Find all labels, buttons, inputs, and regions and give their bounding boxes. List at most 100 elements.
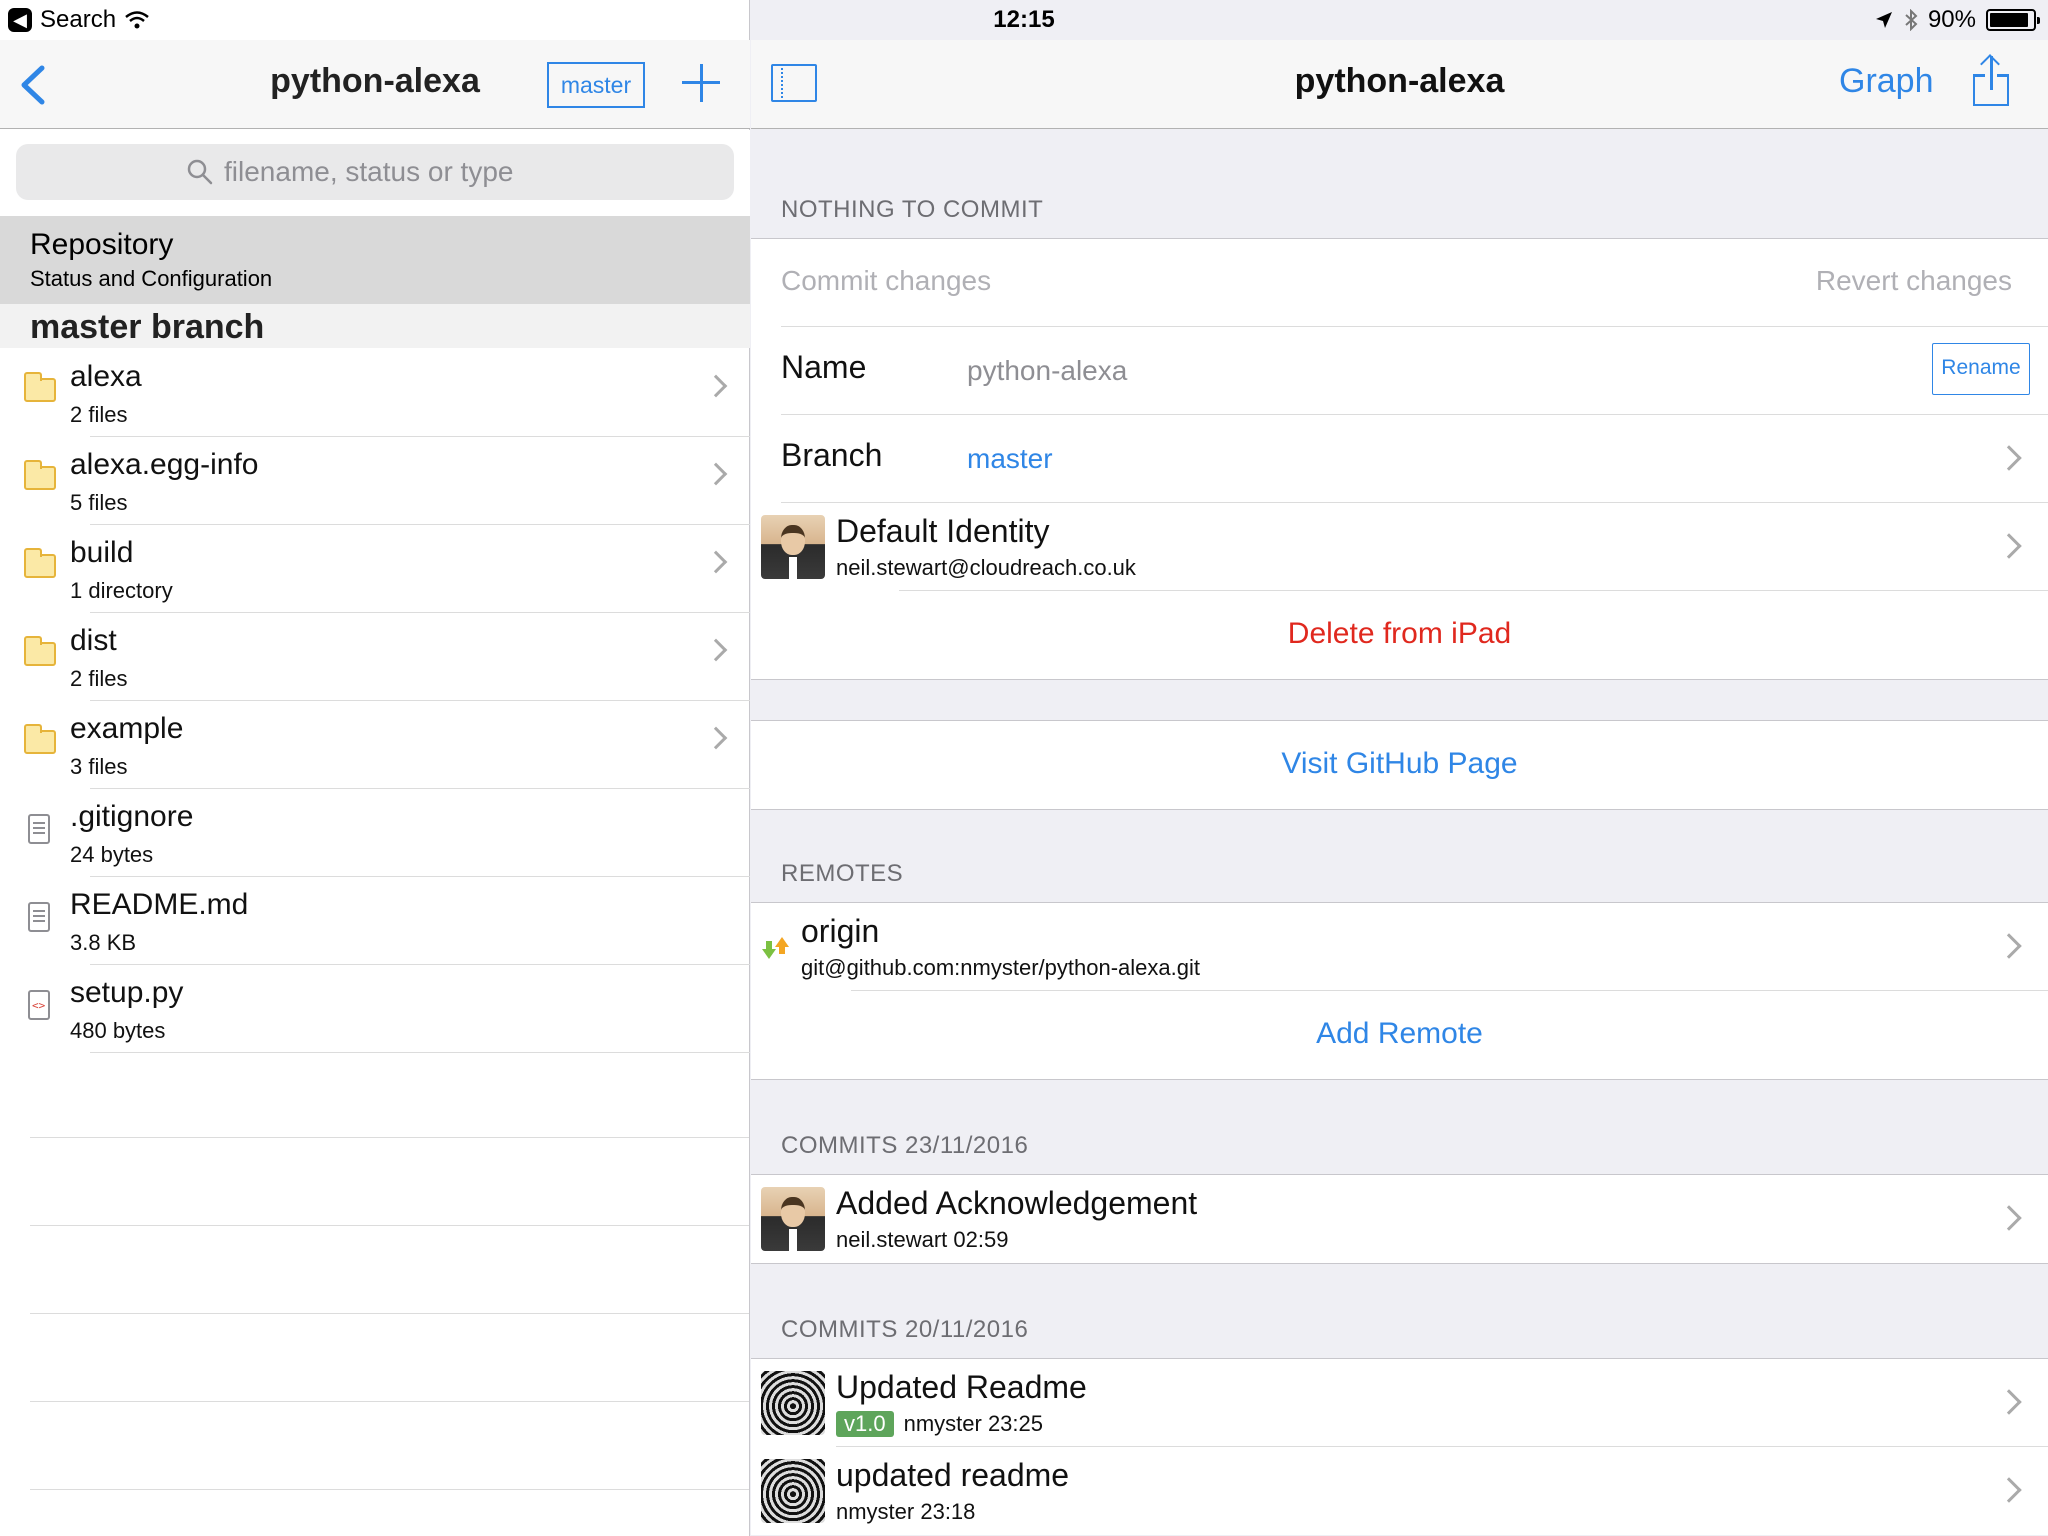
add-remote-button[interactable]: Add Remote <box>751 1017 2048 1051</box>
commit-changes-button[interactable]: Commit changes <box>781 265 991 297</box>
branch-value: master <box>967 443 1053 474</box>
remotes-card: origin git@github.com:nmyster/python-ale… <box>751 902 2048 1080</box>
repository-subtitle: Status and Configuration <box>30 266 273 291</box>
commit-row[interactable]: Added Acknowledgement neil.stewart 02:59 <box>751 1175 2048 1263</box>
identity-row[interactable]: Default Identity neil.stewart@cloudreach… <box>751 503 2048 591</box>
chevron-right-icon <box>1996 533 2022 559</box>
avatar <box>761 1459 825 1523</box>
branch-button[interactable]: master <box>547 62 645 108</box>
commit-meta-line: v1.0 nmyster 23:25 <box>836 1411 1043 1437</box>
folder-icon <box>24 724 56 754</box>
right-nav-bar: python-alexa Graph <box>751 40 2048 129</box>
repo-settings-card: Commit changes Revert changes Name pytho… <box>751 238 2048 680</box>
remote-url: git@github.com:nmyster/python-alexa.git <box>801 955 1200 980</box>
repository-row[interactable]: Repository Status and Configuration <box>0 216 750 304</box>
github-row[interactable]: Visit GitHub Page <box>751 721 2048 809</box>
list-item[interactable]: example 3 files <box>0 700 750 789</box>
search-field[interactable] <box>16 144 734 200</box>
status-indicators: 90% <box>1874 6 2040 34</box>
code-file-icon: <> <box>24 990 50 1022</box>
commit-row[interactable]: updated readme nmyster 23:18 <box>751 1447 2048 1535</box>
chevron-right-icon <box>1996 1477 2022 1503</box>
empty-list-rows <box>30 1050 749 1536</box>
left-nav-bar: python-alexa master <box>0 40 750 129</box>
rename-button[interactable]: Rename <box>1932 343 2030 395</box>
document-icon <box>24 902 50 934</box>
commit-message: Updated Readme <box>836 1369 1087 1405</box>
commit-row[interactable]: Updated Readme v1.0 nmyster 23:25 <box>751 1359 2048 1447</box>
file-name: .gitignore <box>70 800 194 833</box>
folder-icon <box>24 548 56 578</box>
chevron-right-icon <box>704 726 728 750</box>
commit-meta: neil.stewart 02:59 <box>836 1227 1009 1252</box>
delete-row[interactable]: Delete from iPad <box>751 591 2048 679</box>
avatar <box>761 1371 825 1435</box>
list-item[interactable]: build 1 directory <box>0 524 750 613</box>
add-icon[interactable] <box>680 62 722 104</box>
chevron-right-icon <box>1996 933 2022 959</box>
battery-percent: 90% <box>1927 6 1976 33</box>
list-item[interactable]: README.md 3.8 KB <box>0 876 750 965</box>
file-detail: 2 files <box>70 402 128 427</box>
branch-label: Branch <box>781 437 883 473</box>
remote-row[interactable]: origin git@github.com:nmyster/python-ale… <box>751 903 2048 991</box>
file-name: alexa.egg-info <box>70 448 259 481</box>
commit-meta: nmyster 23:18 <box>836 1499 976 1524</box>
back-chevron-icon[interactable] <box>14 60 54 110</box>
add-remote-row[interactable]: Add Remote <box>751 991 2048 1079</box>
identity-email: neil.stewart@cloudreach.co.uk <box>836 555 1136 580</box>
file-detail: 1 directory <box>70 578 173 603</box>
remote-name: origin <box>801 913 880 949</box>
share-icon[interactable] <box>1971 54 2011 110</box>
remotes-header: REMOTES <box>781 860 904 887</box>
delete-from-ipad-button[interactable]: Delete from iPad <box>751 617 2048 651</box>
file-detail: 24 bytes <box>70 842 154 867</box>
visit-github-link[interactable]: Visit GitHub Page <box>751 747 2048 781</box>
list-item[interactable]: .gitignore 24 bytes <box>0 788 750 877</box>
file-detail: 3.8 KB <box>70 930 137 955</box>
branch-section-header: master branch <box>0 304 750 348</box>
battery-icon <box>1986 9 2040 31</box>
chevron-right-icon <box>704 462 728 486</box>
document-icon <box>24 814 50 846</box>
commit-message: updated readme <box>836 1457 1070 1493</box>
file-name: dist <box>70 624 117 657</box>
push-pull-icon <box>762 937 789 959</box>
branch-row[interactable]: Branch master <box>751 415 2048 503</box>
graph-button[interactable]: Graph <box>1839 62 1934 101</box>
chevron-right-icon <box>704 550 728 574</box>
file-name: setup.py <box>70 976 184 1009</box>
file-detail: 3 files <box>70 754 128 779</box>
file-detail: 5 files <box>70 490 128 515</box>
clock: 12:15 <box>993 6 1055 33</box>
folder-icon <box>24 636 56 666</box>
name-label: Name <box>781 349 867 385</box>
avatar <box>761 1187 825 1251</box>
chevron-right-icon <box>704 374 728 398</box>
name-row: Name python-alexa Rename <box>751 327 2048 415</box>
list-item[interactable]: alexa 2 files <box>0 348 750 437</box>
chevron-right-icon <box>1996 1205 2022 1231</box>
repository-title: Repository <box>30 228 174 261</box>
commit-revert-row: Commit changes Revert changes <box>751 239 2048 327</box>
list-item[interactable]: alexa.egg-info 5 files <box>0 436 750 525</box>
file-list: alexa 2 files alexa.egg-info 5 files bui… <box>0 348 750 1053</box>
location-icon <box>1875 12 1892 28</box>
bluetooth-icon <box>1905 9 1918 31</box>
chevron-right-icon <box>1996 445 2022 471</box>
status-bar: ◀ Search 12:15 90% <box>0 0 2048 40</box>
revert-changes-button[interactable]: Revert changes <box>1816 265 2012 297</box>
list-item[interactable]: dist 2 files <box>0 612 750 701</box>
commit-meta: nmyster 23:25 <box>903 1411 1043 1436</box>
repository-detail-pane: python-alexa Graph NOTHING TO COMMIT Com… <box>751 0 2048 1536</box>
search-input[interactable] <box>224 156 564 188</box>
file-name: example <box>70 712 184 745</box>
file-name: build <box>70 536 134 569</box>
list-item[interactable]: <> setup.py 480 bytes <box>0 964 750 1053</box>
commits-card-1: Added Acknowledgement neil.stewart 02:59 <box>751 1174 2048 1264</box>
identity-title: Default Identity <box>836 513 1050 549</box>
file-detail: 2 files <box>70 666 128 691</box>
commits-card-2: Updated Readme v1.0 nmyster 23:25 updated… <box>751 1358 2048 1535</box>
search-bar-container <box>0 130 750 216</box>
file-browser-pane: python-alexa master Repository Status an… <box>0 0 750 1536</box>
